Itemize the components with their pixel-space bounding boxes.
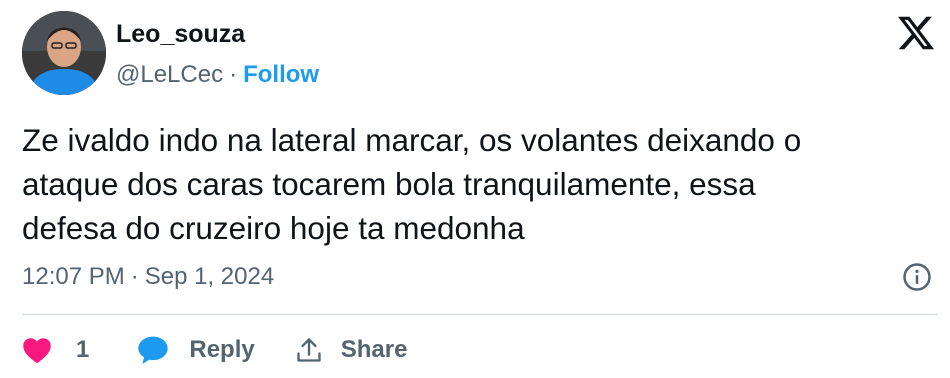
- tweet-text-line: defesa do cruzeiro hoje ta medonha: [22, 210, 525, 246]
- tweet-time: 12:07 PM: [22, 263, 125, 290]
- avatar[interactable]: [22, 11, 106, 95]
- share-upload-icon: [297, 338, 321, 362]
- avatar-image: [22, 11, 106, 95]
- like-button[interactable]: 1: [22, 336, 89, 364]
- tweet-card: Leo_souza @LeLCec · Follow Ze ivaldo indo …: [0, 0, 950, 378]
- tweet-date: Sep 1, 2024: [144, 263, 275, 290]
- reply-label: Reply: [189, 336, 255, 363]
- tweet-timestamp[interactable]: 12:07 PM · Sep 1, 2024: [22, 262, 274, 292]
- handle-separator: ·: [229, 61, 238, 88]
- action-bar: 1 Reply Share: [22, 330, 407, 370]
- author-handle[interactable]: @LeLCec: [116, 61, 223, 88]
- info-icon[interactable]: [902, 262, 932, 292]
- divider: [22, 314, 938, 315]
- timestamp-separator: ·: [130, 263, 139, 290]
- like-count: 1: [76, 336, 90, 363]
- tweet-text-line: ataque dos caras tocarem bola tranquilam…: [22, 166, 756, 202]
- share-label: Share: [340, 336, 408, 363]
- follow-button[interactable]: Follow: [243, 61, 319, 88]
- reply-button[interactable]: Reply: [137, 335, 255, 365]
- tweet-text-line: Ze ivaldo indo na lateral marcar, os vol…: [22, 122, 802, 158]
- author-display-name[interactable]: Leo_souza: [116, 19, 245, 49]
- speech-bubble-icon: [138, 336, 169, 364]
- author-handle-row: @LeLCec · Follow: [116, 60, 319, 90]
- share-button[interactable]: Share: [295, 336, 408, 364]
- x-logo-icon[interactable]: [896, 13, 936, 53]
- heart-icon: [23, 338, 51, 364]
- tweet-text: Ze ivaldo indo na lateral marcar, os vol…: [22, 118, 922, 250]
